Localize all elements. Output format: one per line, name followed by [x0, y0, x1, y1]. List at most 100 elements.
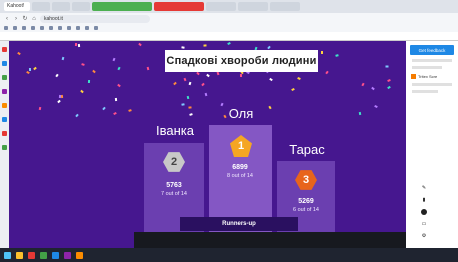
bookmark-item[interactable] — [49, 26, 54, 31]
confetti-piece — [204, 92, 208, 97]
confetti-piece — [361, 82, 365, 87]
browser-tab[interactable] — [206, 2, 236, 11]
start-icon[interactable] — [4, 251, 11, 259]
podium-name-second: Іванка — [156, 123, 194, 138]
confetti-piece — [75, 113, 79, 118]
taskbar-app-icon[interactable] — [52, 251, 59, 259]
kahoot-podium-stage: Спадкові хвороби людини Іванка 2 5763 7 … — [9, 41, 406, 248]
confetti-piece — [113, 111, 117, 116]
recorder-item-label: Tritex Scre — [418, 74, 438, 79]
app-icon[interactable] — [2, 145, 7, 150]
bookmark-item[interactable] — [31, 26, 36, 31]
bookmark-item[interactable] — [67, 26, 72, 31]
taskbar-app-icon[interactable] — [40, 251, 47, 259]
drawing-toolbar: ✎ ▮ ▭ ⚙ — [420, 185, 428, 239]
divider — [412, 59, 452, 62]
confetti-piece — [181, 46, 185, 49]
screen-recorder-panel: Get feedback Tritex Scre ✎ ▮ ▭ ⚙ — [406, 41, 458, 248]
bookmark-item[interactable] — [94, 26, 99, 31]
confetti-piece — [28, 67, 32, 72]
app-icon[interactable] — [2, 117, 7, 122]
podium-score-first: 6899 — [232, 164, 248, 171]
highlighter-icon[interactable]: ▮ — [420, 197, 428, 203]
site-notice-bar — [0, 32, 458, 41]
confetti-piece — [61, 56, 65, 61]
confetti-piece — [128, 109, 132, 112]
os-taskbar — [0, 248, 458, 262]
confetti-piece — [189, 113, 193, 116]
back-icon[interactable]: ‹ — [4, 16, 10, 22]
confetti-piece — [55, 73, 59, 78]
forward-icon[interactable]: › — [13, 16, 19, 22]
bookmark-item[interactable] — [22, 26, 27, 31]
taskbar-app-icon[interactable] — [16, 251, 23, 259]
confetti-piece — [297, 76, 301, 81]
reload-icon[interactable]: ↻ — [22, 15, 28, 22]
app-icon[interactable] — [2, 89, 7, 94]
confetti-piece — [183, 77, 187, 82]
confetti-piece — [201, 82, 205, 87]
home-icon[interactable]: ⌂ — [31, 16, 37, 22]
confetti-piece — [138, 42, 142, 47]
bookmark-item[interactable] — [40, 26, 45, 31]
confetti-piece — [87, 79, 91, 84]
divider — [412, 83, 452, 86]
confetti-piece — [269, 77, 273, 82]
confetti-piece — [74, 42, 78, 47]
taskbar-app-icon[interactable] — [64, 251, 71, 259]
confetti-piece — [77, 43, 81, 48]
app-icon[interactable] — [2, 103, 7, 108]
confetti-piece — [203, 44, 207, 47]
confetti-piece — [267, 45, 271, 50]
confetti-piece — [58, 94, 62, 99]
confetti-piece — [387, 85, 391, 90]
browser-tab[interactable] — [270, 2, 300, 11]
app-icon[interactable] — [2, 61, 7, 66]
bookmark-item[interactable] — [4, 26, 9, 31]
quiz-title-box: Спадкові хвороби людини — [165, 50, 318, 72]
bookmarks-bar — [0, 24, 458, 32]
confetti-piece — [102, 106, 106, 111]
settings-icon[interactable]: ⚙ — [420, 233, 428, 239]
recorder-item[interactable]: Tritex Scre — [411, 74, 453, 79]
confetti-piece — [371, 86, 375, 91]
pen-icon[interactable]: ✎ — [420, 185, 428, 191]
confetti-piece — [325, 70, 329, 75]
browser-tab[interactable] — [52, 2, 70, 11]
confetti-piece — [117, 83, 121, 88]
taskbar-app-icon[interactable] — [76, 251, 83, 259]
feedback-button[interactable]: Get feedback — [410, 45, 454, 55]
bookmark-item[interactable] — [76, 26, 81, 31]
app-icon[interactable] — [2, 75, 7, 80]
browser-tab[interactable] — [72, 2, 90, 11]
runners-up-tab[interactable]: Runners-up — [180, 217, 298, 231]
confetti-piece — [387, 79, 391, 82]
confetti-piece — [117, 66, 121, 71]
browser-tab[interactable] — [238, 2, 268, 11]
bookmark-item[interactable] — [85, 26, 90, 31]
bookmark-item[interactable] — [13, 26, 18, 31]
browser-tab[interactable] — [92, 2, 152, 11]
confetti-piece — [196, 71, 200, 76]
browser-tab[interactable]: Kahoot! — [4, 2, 30, 11]
podium-score-third: 5269 — [298, 198, 314, 205]
confetti-piece — [112, 57, 116, 62]
scoreboard-header — [134, 232, 406, 248]
podium-name-third: Тарас — [289, 142, 325, 157]
left-app-strip — [0, 41, 9, 248]
eraser-icon[interactable]: ▭ — [420, 221, 428, 227]
confetti-piece — [181, 103, 185, 106]
browser-tab[interactable] — [32, 2, 50, 11]
app-icon[interactable] — [2, 131, 7, 136]
confetti-piece — [206, 73, 210, 78]
bookmark-item[interactable] — [58, 26, 63, 31]
confetti-piece — [33, 66, 37, 71]
record-icon[interactable] — [421, 209, 427, 215]
confetti-piece — [173, 81, 177, 86]
taskbar-app-icon[interactable] — [28, 251, 35, 259]
app-icon[interactable] — [2, 47, 7, 52]
browser-tab[interactable] — [154, 2, 204, 11]
confetti-piece — [291, 87, 295, 92]
confetti-piece — [216, 71, 220, 76]
url-field[interactable]: kahoot.it — [40, 14, 150, 23]
